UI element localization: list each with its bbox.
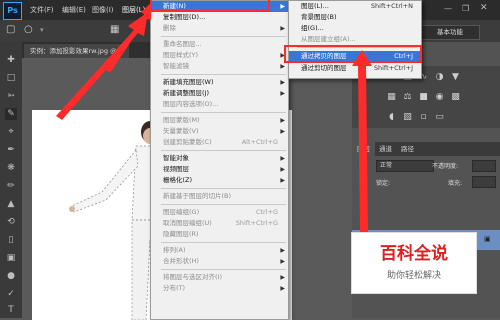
watermark-title: 百科全说 bbox=[380, 244, 448, 264]
watermark: 百科全说 助你轻松解决 bbox=[351, 232, 477, 294]
highlight-box-layer-via-copy bbox=[284, 45, 422, 63]
annotation-arrow-left bbox=[56, 12, 148, 120]
watermark-subtitle: 助你轻松解决 bbox=[386, 271, 441, 281]
annotation-arrow-right bbox=[352, 50, 372, 232]
highlight-box-new bbox=[150, 0, 270, 12]
